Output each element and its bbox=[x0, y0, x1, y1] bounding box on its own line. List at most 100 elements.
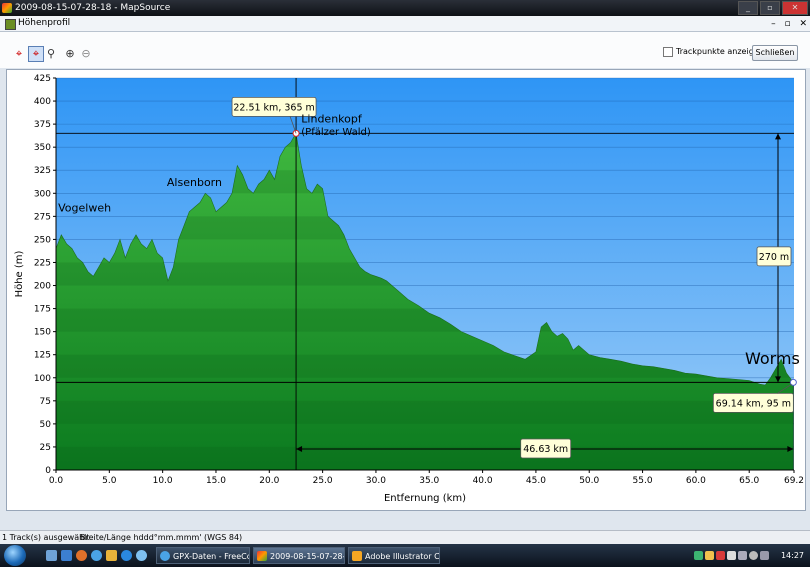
y-tick-label: 350 bbox=[34, 143, 51, 153]
x-tick-label: 35.0 bbox=[419, 476, 439, 486]
tray-network-icon[interactable] bbox=[694, 551, 703, 560]
taskbar-button-label: GPX-Daten - FreeCo... bbox=[173, 552, 249, 561]
y-tick-label: 250 bbox=[34, 235, 51, 245]
x-tick-label: 5.0 bbox=[102, 476, 117, 486]
x-tick-label: 50.0 bbox=[579, 476, 599, 486]
profile-minimize-button[interactable]: – bbox=[771, 19, 776, 29]
switch-windows-icon[interactable] bbox=[61, 550, 72, 561]
close-profile-button[interactable]: Schließen bbox=[752, 45, 798, 61]
y-tick-label: 225 bbox=[34, 258, 51, 268]
illustrator-icon bbox=[352, 551, 362, 561]
window-title: 2009-08-15-07-28-18 - MapSource bbox=[15, 3, 171, 13]
y-tick-label: 25 bbox=[40, 443, 51, 453]
profile-window-icon bbox=[5, 19, 16, 30]
distance-diff-label-text: 46.63 km bbox=[523, 444, 568, 455]
place-label-pfälzer-wald: (Pfälzer Wald) bbox=[301, 127, 371, 138]
system-tray: 14:27 bbox=[690, 544, 810, 567]
y-tick-label: 75 bbox=[40, 397, 51, 407]
elevation-chart[interactable]: 0 25 50 75 100 125 150 175 200 225 250 275 300 325 350… bbox=[0, 69, 810, 525]
chrome-icon bbox=[160, 551, 170, 561]
x-tick-label: 60.0 bbox=[686, 476, 706, 486]
mapsource-icon bbox=[257, 551, 267, 561]
zoom-out-icon[interactable]: ⊖ bbox=[79, 47, 93, 61]
maximize-button[interactable]: ▫ bbox=[760, 1, 780, 15]
firefox-icon[interactable] bbox=[76, 550, 87, 561]
profile-close-icon[interactable]: ✕ bbox=[799, 19, 807, 29]
zoom-in-icon[interactable]: ⊕ bbox=[63, 47, 77, 61]
y-tick-label: 175 bbox=[34, 305, 51, 315]
taskbar-button-illustrator[interactable]: Adobe Illustrator CS... bbox=[348, 547, 440, 564]
x-tick-label: 10.0 bbox=[153, 476, 173, 486]
y-tick-label: 325 bbox=[34, 166, 51, 176]
tray-alert-icon[interactable] bbox=[705, 551, 714, 560]
tray-volume-icon[interactable] bbox=[749, 551, 758, 560]
y-tick-label: 300 bbox=[34, 189, 51, 199]
x-tick-label: 40.0 bbox=[473, 476, 493, 486]
window-titlebar[interactable]: 2009-08-15-07-28-18 - MapSource _ ▫ ✕ bbox=[0, 0, 810, 16]
mapsource-app-icon bbox=[2, 3, 12, 13]
x-tick-label: 45.0 bbox=[526, 476, 546, 486]
profile-window-titlebar: Höhenprofil – ▫ ✕ bbox=[0, 16, 810, 32]
tray-monitor-icon[interactable] bbox=[738, 551, 747, 560]
folder-icon[interactable] bbox=[106, 550, 117, 561]
taskbar-button-browser[interactable]: GPX-Daten - FreeCo... bbox=[156, 547, 250, 564]
select-tool-icon[interactable]: ⌖ bbox=[28, 46, 44, 62]
browser-icon[interactable] bbox=[121, 550, 132, 561]
window-controls: _ ▫ ✕ bbox=[738, 1, 808, 15]
taskbar-button-label: Adobe Illustrator CS... bbox=[365, 552, 440, 561]
trackpoints-checkbox[interactable] bbox=[663, 46, 673, 57]
start-button[interactable] bbox=[4, 545, 26, 566]
status-coordinate-format: Breite/Länge hddd°mm.mmm' (WGS 84) bbox=[80, 533, 243, 542]
taskbar-button-label: 2009-08-15-07-28-1... bbox=[270, 552, 344, 561]
x-tick-label: 55.0 bbox=[633, 476, 653, 486]
profile-window-title: Höhenprofil bbox=[18, 18, 71, 28]
tray-security-icon[interactable] bbox=[716, 551, 725, 560]
y-tick-label: 400 bbox=[34, 97, 51, 107]
y-tick-label: 0 bbox=[45, 466, 51, 476]
profile-band bbox=[56, 400, 794, 424]
taskbar: GPX-Daten - FreeCo... 2009-08-15-07-28-1… bbox=[0, 544, 810, 567]
minimize-button[interactable]: _ bbox=[738, 1, 758, 15]
taskbar-clock: 14:27 bbox=[780, 551, 804, 560]
show-desktop-icon[interactable] bbox=[46, 550, 57, 561]
height-diff-label-text: 270 m bbox=[759, 252, 789, 263]
y-tick-label: 150 bbox=[34, 328, 51, 338]
x-axis-label: Entfernung (km) bbox=[384, 493, 466, 504]
y-tick-label: 200 bbox=[34, 282, 51, 292]
status-selection: 1 Track(s) ausgewählt bbox=[2, 533, 90, 542]
place-label-alsenborn: Alsenborn bbox=[167, 176, 222, 189]
cursor-b-label-text: 69.14 km, 95 m bbox=[716, 398, 791, 409]
y-tick-label: 100 bbox=[34, 374, 51, 384]
place-label-worms: Worms bbox=[745, 349, 800, 368]
tray-speaker-icon[interactable] bbox=[760, 551, 769, 560]
status-bar: 1 Track(s) ausgewählt Breite/Länge hddd°… bbox=[0, 530, 810, 545]
place-label-vogelweh: Vogelweh bbox=[58, 202, 111, 215]
x-tick-label: 0.0 bbox=[49, 476, 64, 486]
x-tick-label: 20.0 bbox=[259, 476, 279, 486]
tray-app-icon[interactable] bbox=[727, 551, 736, 560]
profile-window-controls: – ▫ ✕ bbox=[765, 17, 807, 32]
y-axis-label: Höhe (m) bbox=[14, 250, 25, 297]
crosshair-tool-icon[interactable]: ⌖ bbox=[12, 47, 26, 61]
close-window-button[interactable]: ✕ bbox=[782, 1, 808, 15]
y-tick-label: 425 bbox=[34, 74, 51, 84]
trackpoints-checkbox-row[interactable]: Trackpunkte anzeigen bbox=[663, 46, 764, 57]
x-tick-label: 25.0 bbox=[313, 476, 333, 486]
media-icon[interactable] bbox=[136, 550, 147, 561]
y-tick-label: 125 bbox=[34, 351, 51, 361]
x-tick-label: 69.2 bbox=[784, 476, 804, 486]
chrome-quicklaunch-icon[interactable] bbox=[91, 550, 102, 561]
profile-band bbox=[56, 446, 794, 470]
place-label-lindenkopf: Lindenkopf bbox=[301, 112, 363, 125]
zoom-tool-icon[interactable]: ⚲ bbox=[44, 47, 58, 61]
profile-maximize-button[interactable]: ▫ bbox=[784, 19, 790, 29]
cursor-a-marker[interactable] bbox=[292, 129, 300, 137]
x-tick-label: 30.0 bbox=[366, 476, 386, 486]
x-tick-label: 15.0 bbox=[206, 476, 226, 486]
y-tick-label: 275 bbox=[34, 212, 51, 222]
y-tick-label: 50 bbox=[40, 420, 52, 430]
x-tick-label: 65.0 bbox=[739, 476, 759, 486]
y-tick-label: 375 bbox=[34, 120, 51, 130]
taskbar-button-mapsource[interactable]: 2009-08-15-07-28-1... bbox=[253, 547, 345, 564]
trackpoints-checkbox-label: Trackpunkte anzeigen bbox=[676, 47, 764, 56]
